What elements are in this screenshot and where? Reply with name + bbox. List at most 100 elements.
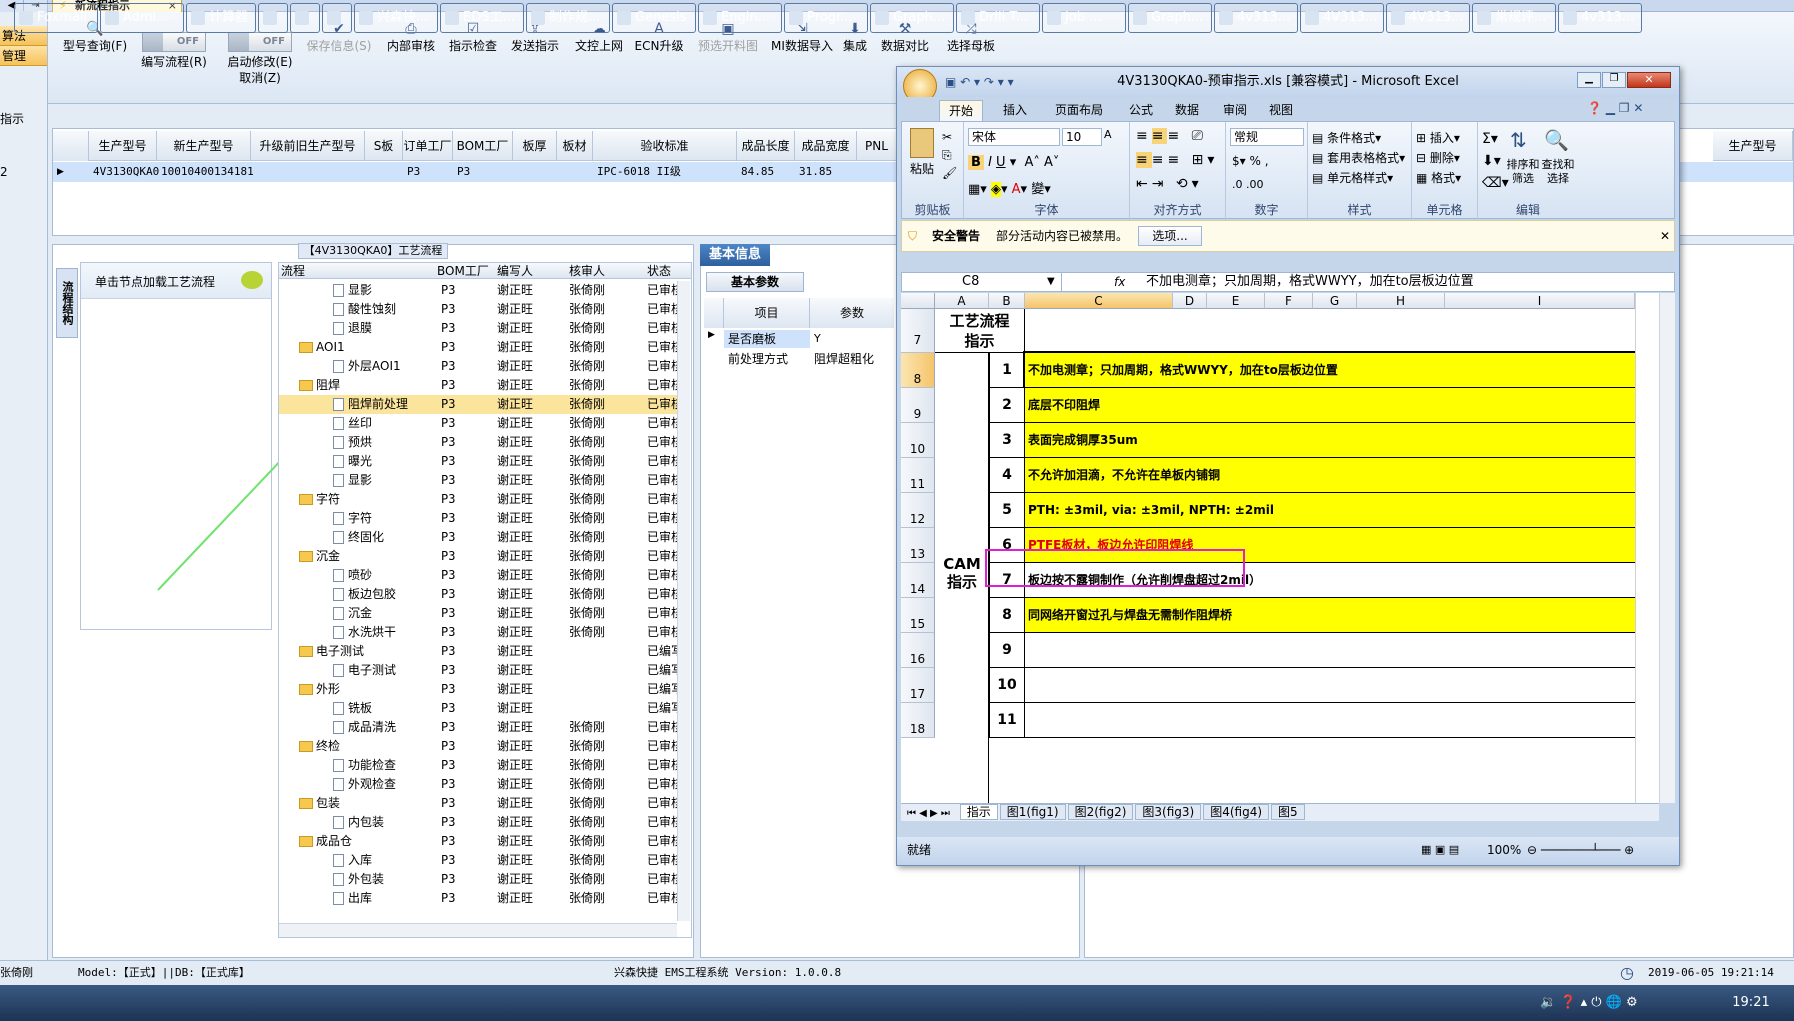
column-header[interactable]: I [1445, 293, 1635, 309]
grid-header[interactable]: 生产型号 [1713, 131, 1793, 161]
sheet-nav-buttons[interactable]: ⏮ ◀ ▶ ⏭ [907, 808, 950, 819]
tree-row[interactable]: 预烘 P3 谢正旺 张倚刚 已审核 [279, 433, 683, 452]
row-header[interactable]: 12 [901, 493, 935, 528]
row-header[interactable]: 8 [901, 353, 935, 388]
process-flow-header[interactable]: 工艺流程指示 [935, 309, 1025, 353]
grid-cell[interactable]: 10010400134181 [157, 162, 254, 182]
zoom-level[interactable]: 100% [1487, 837, 1521, 863]
tree-row[interactable]: AOI1 P3 谢正旺 张倚刚 已审核 [279, 338, 683, 357]
tree-row[interactable]: 外层AOI1 P3 谢正旺 张倚刚 已审核 [279, 357, 683, 376]
taskbar-item[interactable]: 制作规... [526, 3, 610, 33]
taskbar-item[interactable]: 常规评... [1472, 3, 1556, 33]
taskbar-item[interactable] [258, 3, 288, 33]
param-name[interactable]: 是否磨板 [724, 330, 810, 348]
clipboard-tools[interactable]: ✂ ⎘ 🖌 [942, 128, 957, 182]
tree-row[interactable]: 字符 P3 谢正旺 张倚刚 已审核 [279, 490, 683, 509]
column-header[interactable]: E [1207, 293, 1265, 309]
number-format-select[interactable]: 常规 [1230, 128, 1304, 146]
row-header[interactable]: 17 [901, 668, 935, 703]
grid-cell[interactable]: 4V3130QKA0 [89, 162, 159, 182]
tree-row[interactable]: 曝光 P3 谢正旺 张倚刚 已审核 [279, 452, 683, 471]
toggle-off-switch[interactable]: OFF [142, 32, 206, 52]
item-number-cell[interactable]: 1 [989, 353, 1025, 388]
taskbar-item[interactable] [290, 3, 320, 33]
column-header[interactable]: D [1173, 293, 1207, 309]
tree-row[interactable]: 终检 P3 谢正旺 张倚刚 已审核 [279, 737, 683, 756]
help-icon[interactable]: ❓ ▁ ❐ ✕ [1587, 101, 1643, 115]
grid-header[interactable]: 升级前旧生产型号 [251, 131, 365, 161]
row-header[interactable]: 10 [901, 423, 935, 458]
instruction-cell[interactable]: 不加电测章；只加周期，格式WWYY，加在to层板边位置 [1023, 351, 1637, 390]
taskbar-item[interactable]: 4V313... [1386, 3, 1470, 33]
ribbon-tab[interactable]: 公式 [1119, 100, 1163, 121]
restore-button[interactable]: ❐ [1602, 72, 1626, 88]
tree-row[interactable]: 内包装 P3 谢正旺 张倚刚 已审核 [279, 813, 683, 832]
number-format-buttons[interactable]: $▾ % , [1232, 154, 1269, 168]
border-fill-color-buttons[interactable]: ▦▾ ◈▾ A▾ 變▾ [968, 178, 1051, 197]
row-header[interactable]: 9 [901, 388, 935, 423]
grid-header[interactable]: S板 [365, 131, 403, 161]
insert-button[interactable]: ⊞ 插入▾ [1416, 128, 1461, 148]
tree-row[interactable]: 功能检查 P3 谢正旺 张倚刚 已审核 [279, 756, 683, 775]
find-select-label[interactable]: 查找和选择 [1540, 158, 1576, 186]
grid-cell[interactable] [557, 162, 593, 182]
function-icon[interactable]: fx [1114, 273, 1125, 291]
format-button[interactable]: ▦ 格式▾ [1416, 168, 1461, 188]
side-tab-structure[interactable]: 流程结构 [56, 268, 78, 338]
minimize-button[interactable]: ▁ [1577, 72, 1601, 88]
grid-header[interactable]: 成品长度 [737, 131, 795, 161]
select-all-corner[interactable] [901, 293, 935, 309]
taskbar-item[interactable] [322, 3, 352, 33]
sort-filter-label[interactable]: 排序和筛选 [1506, 158, 1540, 186]
param-value[interactable]: Y [810, 330, 894, 348]
tree-row[interactable]: 外观检查 P3 谢正旺 张倚刚 已审核 [279, 775, 683, 794]
tree-row[interactable]: 外包装 P3 谢正旺 张倚刚 已审核 [279, 870, 683, 889]
sheet-tab[interactable]: 图5 [1271, 804, 1305, 820]
column-header[interactable]: G [1313, 293, 1357, 309]
taskbar-item[interactable]: Admi... [100, 3, 184, 33]
param-value[interactable]: 阻焊超粗化 [810, 350, 894, 368]
zoom-slider[interactable]: ⊖ ───────┴─── ⊕ [1527, 837, 1634, 863]
instruction-cell[interactable] [1025, 703, 1635, 738]
taskbar-item[interactable]: Job ... [1042, 3, 1126, 33]
tree-row[interactable]: 成品仓 P3 谢正旺 张倚刚 已审核 [279, 832, 683, 851]
delete-button[interactable]: ⊟ 删除▾ [1416, 148, 1461, 168]
cells-buttons[interactable]: ⊞ 插入▾ ⊟ 删除▾ ▦ 格式▾ [1416, 128, 1461, 188]
formula-input[interactable]: 不加电测章；只加周期，格式WWYY，加在to层板边位置 [1146, 273, 1474, 291]
row-header[interactable]: 15 [901, 598, 935, 633]
decimal-buttons[interactable]: .0 .00 [1232, 178, 1264, 191]
row-header[interactable]: 18 [901, 703, 935, 738]
sheet-tab[interactable]: 图1(fig1) [999, 804, 1066, 820]
sheet-tab[interactable]: 图3(fig3) [1135, 804, 1202, 820]
quick-access-toolbar[interactable]: ▣ ↶ ▾ ↷ ▾ ▾ [945, 75, 1014, 89]
tree-row[interactable]: 显影 P3 谢正旺 张倚刚 已审核 [279, 471, 683, 490]
indent-buttons[interactable]: ⇤⇥ ⟲▾ [1136, 176, 1203, 192]
grid-cell[interactable] [251, 162, 365, 182]
column-header[interactable]: H [1357, 293, 1445, 309]
grid-cell[interactable] [365, 162, 403, 182]
ribbon-button-sublabel[interactable]: 取消(Z) [218, 70, 302, 86]
ribbon-tab[interactable]: 数据 [1165, 100, 1209, 121]
grid-cell[interactable]: 31.85 [795, 162, 857, 182]
tree-row[interactable]: 字符 P3 谢正旺 张倚刚 已审核 [279, 509, 683, 528]
tree-hscrollbar[interactable] [279, 923, 677, 937]
grid-header[interactable]: 生产型号 [89, 131, 157, 161]
table-format-button[interactable]: ▤ 套用表格格式▾ [1312, 148, 1405, 168]
ribbon-tab[interactable]: 插入 [993, 100, 1037, 121]
paste-icon[interactable] [910, 128, 934, 158]
grid-cell[interactable]: P3 [453, 162, 513, 182]
tree-row[interactable]: 酸性蚀刻 P3 谢正旺 张倚刚 已审核 [279, 300, 683, 319]
grid-cell[interactable] [513, 162, 557, 182]
instruction-cell[interactable]: 底层不印阻焊 [1025, 388, 1635, 423]
tree-row[interactable]: 板边包胶 P3 谢正旺 张倚刚 已审核 [279, 585, 683, 604]
item-number-cell[interactable]: 5 [989, 493, 1025, 528]
sheet-tab[interactable]: 图4(fig4) [1203, 804, 1270, 820]
conditional-format-button[interactable]: ▤ 条件格式▾ [1312, 128, 1405, 148]
ribbon-tab[interactable]: 开始 [939, 100, 983, 121]
sheet-tab[interactable]: 指示 [959, 804, 998, 820]
tree-row[interactable]: 终固化 P3 谢正旺 张倚刚 已审核 [279, 528, 683, 547]
horizontal-align-buttons[interactable]: ≡≡≡ ⊞▾ [1136, 152, 1218, 168]
sort-filter-icon[interactable]: ⇅ [1510, 128, 1527, 152]
row-header[interactable]: 11 [901, 458, 935, 493]
tree-row[interactable]: 电子测试 P3 谢正旺 已编写 [279, 642, 683, 661]
